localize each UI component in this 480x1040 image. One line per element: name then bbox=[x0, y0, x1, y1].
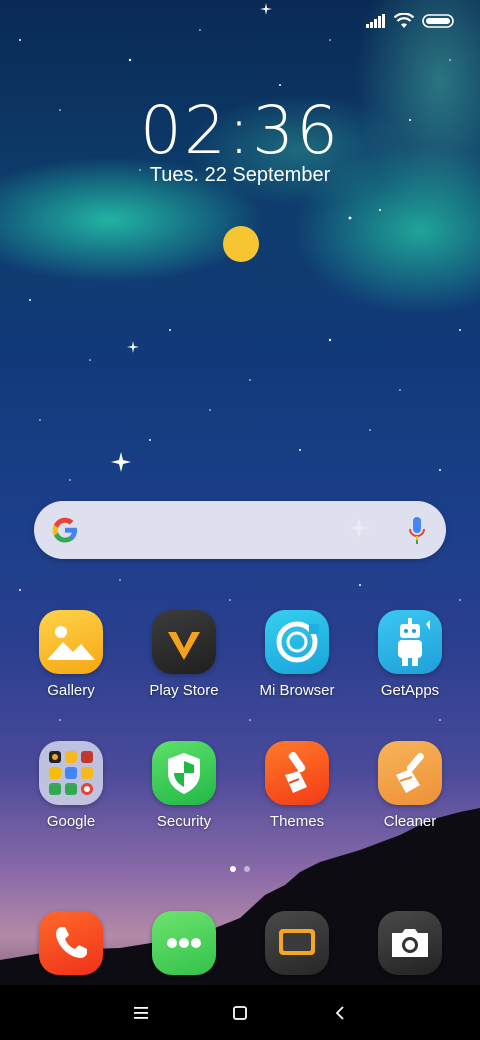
page-dot[interactable] bbox=[244, 866, 250, 872]
themes-icon bbox=[265, 741, 329, 805]
back-icon bbox=[335, 1006, 344, 1020]
clock-time[interactable]: 02:36 bbox=[0, 92, 480, 169]
status-bar bbox=[366, 10, 454, 32]
app-label: Play Store bbox=[149, 682, 219, 699]
camera-icon bbox=[392, 929, 428, 957]
app-cleaner[interactable]: Cleaner bbox=[355, 741, 465, 830]
home-button[interactable] bbox=[226, 999, 254, 1027]
app-security[interactable]: Security bbox=[129, 741, 239, 830]
app-label: Mi Browser bbox=[259, 682, 335, 699]
messaging-icon bbox=[167, 938, 201, 948]
google-logo-icon bbox=[52, 517, 77, 543]
menu-icon bbox=[134, 1007, 148, 1019]
cleaner-icon bbox=[378, 741, 442, 805]
getapps-icon bbox=[378, 610, 442, 674]
security-icon bbox=[152, 741, 216, 805]
phone-icon bbox=[56, 927, 87, 958]
signal-icon bbox=[366, 14, 385, 28]
app-google-folder[interactable]: Google bbox=[16, 741, 126, 830]
app-label: Themes bbox=[269, 813, 325, 830]
app-label: Cleaner bbox=[383, 813, 437, 830]
dock-phone[interactable] bbox=[39, 911, 103, 975]
wifi-icon bbox=[394, 13, 414, 28]
screen-recorder-icon bbox=[279, 929, 315, 955]
wallpaper-aurora bbox=[0, 0, 480, 420]
app-label: GetApps bbox=[380, 682, 440, 699]
app-gallery[interactable]: Gallery bbox=[16, 610, 126, 699]
app-play-store[interactable]: Play Store bbox=[129, 610, 239, 699]
app-themes[interactable]: Themes bbox=[242, 741, 352, 830]
app-mi-browser[interactable]: Mi Browser bbox=[242, 610, 352, 699]
app-getapps[interactable]: GetApps bbox=[355, 610, 465, 699]
microphone-icon[interactable] bbox=[408, 516, 426, 546]
navigation-bar bbox=[0, 985, 480, 1040]
back-button[interactable] bbox=[326, 999, 354, 1027]
gallery-icon bbox=[39, 610, 103, 674]
dock-messaging[interactable] bbox=[152, 911, 216, 975]
home-icon bbox=[233, 1006, 247, 1020]
google-folder-icon bbox=[39, 741, 103, 805]
menu-button[interactable] bbox=[127, 999, 155, 1027]
app-label: Gallery bbox=[47, 682, 95, 699]
clock-date[interactable]: Tues. 22 September bbox=[0, 164, 480, 187]
battery-icon bbox=[422, 14, 454, 28]
mi-browser-icon bbox=[265, 610, 329, 674]
page-dot-active[interactable] bbox=[230, 866, 236, 872]
play-store-icon bbox=[152, 610, 216, 674]
google-search-bar[interactable] bbox=[34, 501, 446, 559]
page-indicator bbox=[0, 866, 480, 872]
app-label: Google bbox=[46, 813, 96, 830]
dock-camera[interactable] bbox=[378, 911, 442, 975]
wallpaper-sun bbox=[223, 226, 259, 262]
app-label: Security bbox=[156, 813, 212, 830]
dock-screen-recorder[interactable] bbox=[265, 911, 329, 975]
